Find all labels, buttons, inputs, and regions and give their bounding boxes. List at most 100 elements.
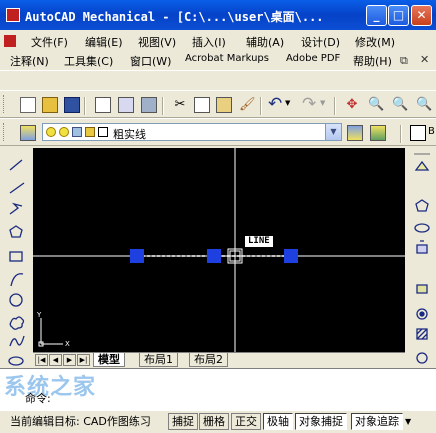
- pan-icon[interactable]: ✥: [344, 97, 360, 113]
- zoom-previous-icon[interactable]: 🔍: [416, 97, 432, 113]
- toolbar-grip[interactable]: [3, 123, 7, 141]
- drawing-canvas[interactable]: LINE Y X: [33, 148, 405, 352]
- doc-restore-button[interactable]: ⧉: [400, 54, 408, 68]
- layer-lock-icon[interactable]: [85, 127, 95, 137]
- ortho-button[interactable]: 正交: [231, 413, 261, 430]
- layer-previous-icon[interactable]: [370, 125, 386, 141]
- tab-layout1[interactable]: 布局1: [139, 353, 178, 367]
- open-icon[interactable]: [42, 97, 58, 113]
- menu-window[interactable]: 窗口(W): [130, 53, 171, 69]
- toolbar-grip[interactable]: [3, 95, 7, 113]
- menu-edit[interactable]: 编辑(E): [85, 34, 123, 50]
- grip-mid[interactable]: [207, 249, 221, 263]
- layer-color-icon[interactable]: [98, 127, 108, 137]
- rectangle-tool-icon[interactable]: [9, 251, 23, 262]
- grip-start[interactable]: [130, 249, 144, 263]
- line-tool-icon[interactable]: [9, 159, 23, 171]
- menu-view[interactable]: 视图(V): [138, 34, 176, 50]
- print-preview-icon[interactable]: [118, 97, 134, 113]
- edit-target-label: 当前编辑目标: CAD作图练习: [10, 415, 151, 428]
- zoom-realtime-icon[interactable]: 🔍: [368, 97, 384, 113]
- layer-freeze-icon[interactable]: [59, 127, 69, 137]
- construction-line-tool-icon[interactable]: [9, 182, 25, 194]
- last-tab-icon[interactable]: ▶|: [77, 354, 90, 366]
- snap-button[interactable]: 捕捉: [168, 413, 198, 430]
- menu-adobe-pdf[interactable]: Adobe PDF: [286, 53, 340, 64]
- toolbar-separator: [84, 97, 86, 115]
- command-prompt: 命令:: [25, 392, 51, 405]
- menu-help[interactable]: 帮助(H): [353, 53, 392, 69]
- hatch-tool-icon[interactable]: [416, 328, 428, 340]
- menu-file[interactable]: 文件(F): [31, 34, 68, 50]
- layer-name: 粗实线: [113, 128, 146, 141]
- window-title: AutoCAD Mechanical - [C:\...\user\桌面\...: [25, 10, 324, 24]
- title-bar: AutoCAD Mechanical - [C:\...\user\桌面\...…: [0, 0, 436, 30]
- layer-viewport-icon[interactable]: [72, 127, 82, 137]
- donut-tool-icon[interactable]: [419, 311, 425, 317]
- line-tooltip: LINE: [245, 236, 273, 247]
- circle-tool-icon[interactable]: [9, 293, 23, 307]
- paste-icon[interactable]: [216, 97, 232, 113]
- menu-insert[interactable]: 插入(I): [192, 34, 226, 50]
- layout-tabs: |◀ ◀ ▶ ▶| 模型 布局1 布局2: [33, 352, 405, 367]
- menu-grip-icon: [4, 35, 16, 47]
- cut-icon[interactable]: ✂: [172, 97, 188, 113]
- ellipse-right-tool-icon[interactable]: [414, 223, 430, 233]
- minimize-button[interactable]: _: [366, 5, 387, 26]
- grip-end[interactable]: [284, 249, 298, 263]
- close-button[interactable]: ✕: [411, 5, 432, 26]
- color-control-icon[interactable]: [410, 125, 426, 141]
- revision-cloud-tool-icon[interactable]: [9, 316, 25, 330]
- polyline-tool-icon[interactable]: [9, 202, 23, 215]
- new-icon[interactable]: [20, 97, 36, 113]
- toolbar-separator: [400, 125, 402, 143]
- menu-row-2: 注释(N) 工具集(C) 窗口(W) Acrobat Markups Adobe…: [0, 50, 436, 69]
- print-icon[interactable]: [95, 97, 111, 113]
- prev-tab-icon[interactable]: ◀: [49, 354, 62, 366]
- autocad-app-icon[interactable]: [6, 8, 20, 22]
- polar-button[interactable]: 极轴: [263, 413, 293, 430]
- match-properties-icon[interactable]: 🖌: [239, 97, 256, 113]
- undo-dropdown-icon[interactable]: ▼: [285, 99, 301, 115]
- hexagon-tool-icon[interactable]: [415, 199, 429, 212]
- menu-assist[interactable]: 辅助(A): [246, 34, 284, 50]
- first-tab-icon[interactable]: |◀: [35, 354, 48, 366]
- layer-on-icon[interactable]: [46, 127, 56, 137]
- publish-icon[interactable]: [141, 97, 157, 113]
- menu-design[interactable]: 设计(D): [301, 34, 340, 50]
- menu-toolset[interactable]: 工具集(C): [64, 53, 113, 69]
- maximize-button[interactable]: □: [388, 5, 409, 26]
- osnap-button[interactable]: 对象捕捉: [295, 413, 347, 430]
- tab-model[interactable]: 模型: [93, 353, 125, 367]
- ucs-x-label: X: [65, 340, 70, 348]
- spline-tool-icon[interactable]: [9, 335, 25, 347]
- doc-close-button[interactable]: ✕: [420, 53, 429, 66]
- region-tool-icon[interactable]: [416, 352, 428, 364]
- menu-acrobat-markups[interactable]: Acrobat Markups: [185, 53, 269, 64]
- arc-tool-icon[interactable]: [10, 273, 24, 287]
- zoom-window-icon[interactable]: 🔍: [392, 97, 408, 113]
- erase-tool-icon[interactable]: [414, 160, 430, 171]
- menu-modify[interactable]: 修改(M): [355, 34, 395, 50]
- grid-button[interactable]: 栅格: [199, 413, 229, 430]
- tab-layout2[interactable]: 布局2: [189, 353, 228, 367]
- layers-toolbar: 粗实线 ▼ B: [0, 118, 436, 146]
- ellipse-tool-icon[interactable]: [8, 356, 24, 366]
- make-layer-current-icon[interactable]: [347, 125, 363, 141]
- chevron-down-icon[interactable]: ▼: [325, 124, 341, 140]
- redo-icon[interactable]: ↷: [302, 95, 318, 113]
- make-block-tool-icon[interactable]: [416, 284, 428, 294]
- undo-icon[interactable]: ↶: [268, 95, 284, 113]
- layer-dropdown[interactable]: 粗实线 ▼: [42, 123, 342, 141]
- layer-manager-icon[interactable]: [20, 125, 36, 141]
- command-line[interactable]: 系统之家 命令:: [0, 368, 436, 410]
- next-tab-icon[interactable]: ▶: [63, 354, 76, 366]
- insert-block-tool-icon[interactable]: [416, 240, 428, 254]
- status-menu-chevron-icon[interactable]: ▼: [405, 417, 411, 426]
- save-icon[interactable]: [64, 97, 80, 113]
- standard-toolbar: ✂ 🖌 ↶ ▼ ↷ ▼ ✥ 🔍 🔍 🔍: [0, 90, 436, 118]
- polygon-tool-icon[interactable]: [9, 225, 23, 238]
- otrack-button[interactable]: 对象追踪: [351, 413, 403, 430]
- menu-annotate[interactable]: 注释(N): [10, 53, 49, 69]
- copy-icon[interactable]: [194, 97, 210, 113]
